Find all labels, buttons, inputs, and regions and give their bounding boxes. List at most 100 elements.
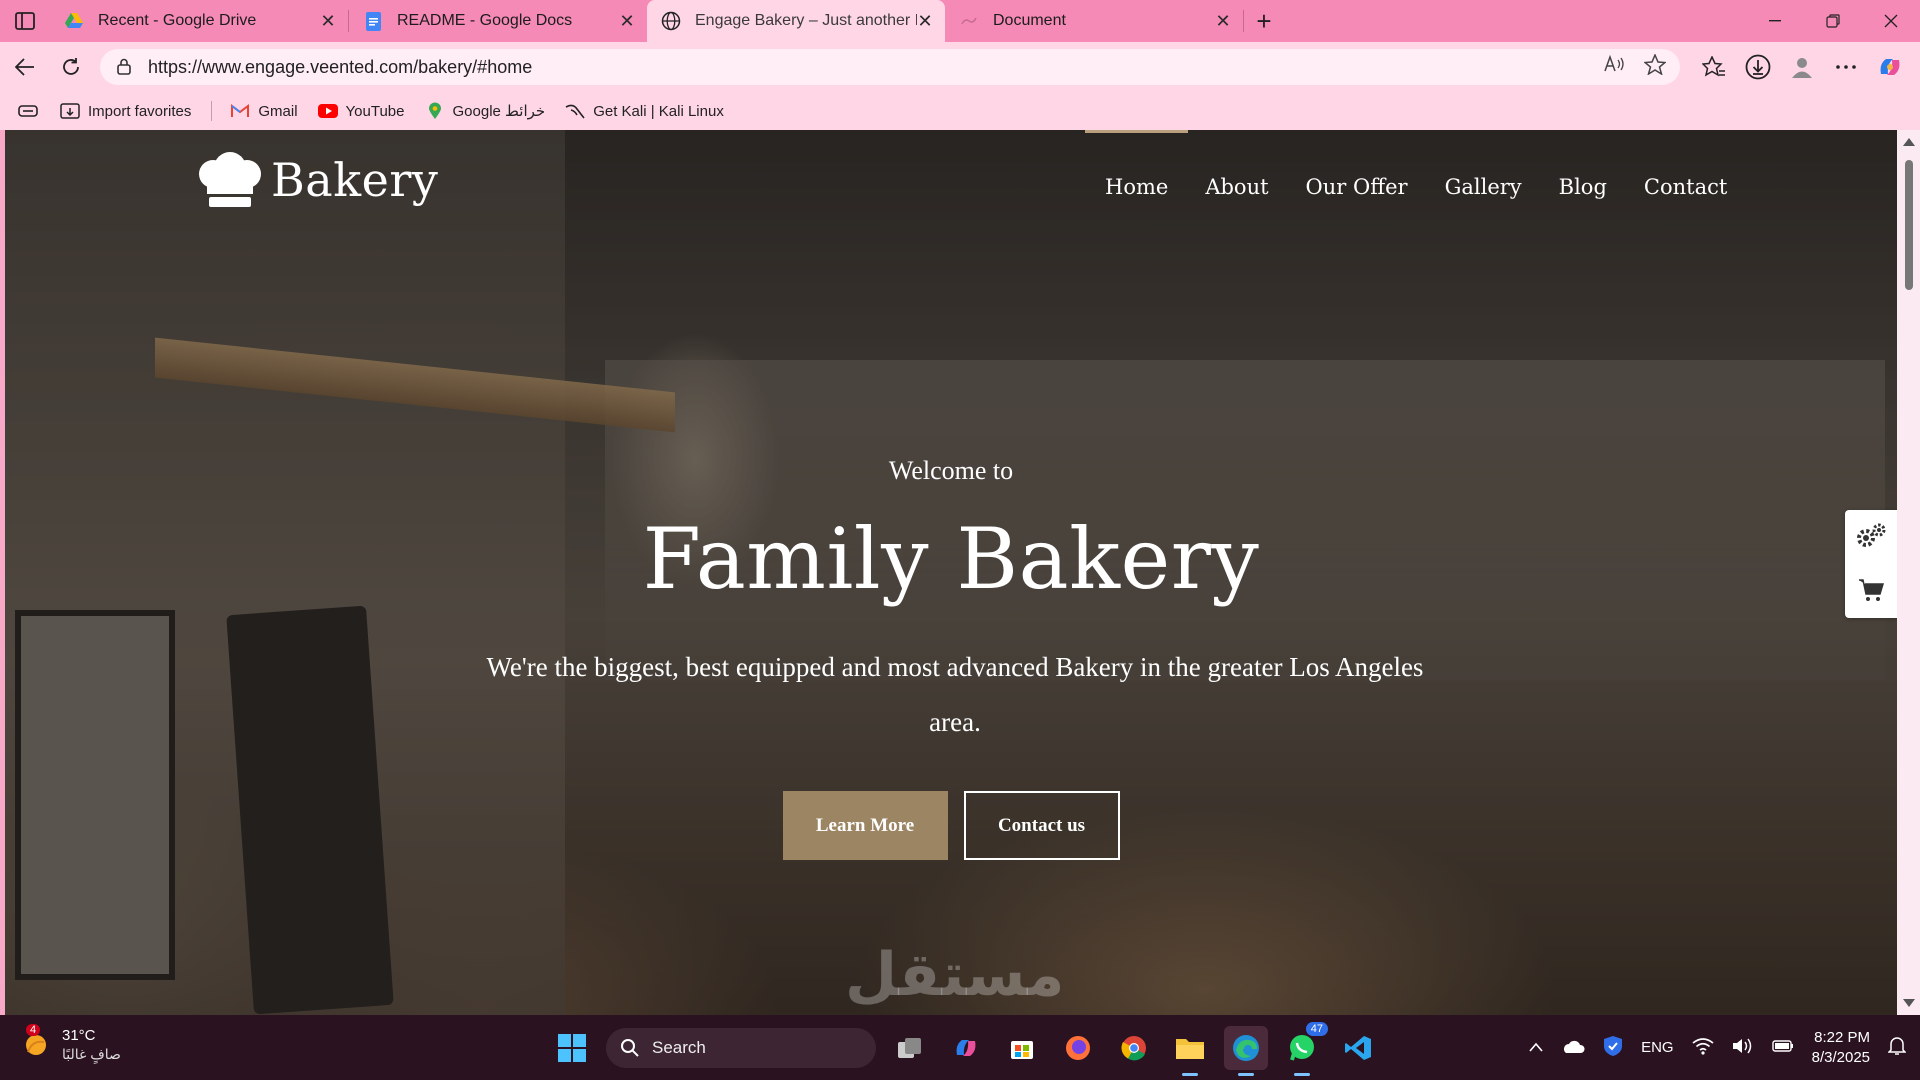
favorite-label: Gmail [258, 102, 298, 120]
tab-strip: Recent - Google Drive ✕ README - Google … [0, 0, 1920, 42]
restore-button[interactable] [1804, 0, 1862, 42]
favorite-gmail[interactable]: Gmail [230, 102, 298, 120]
firefox-button[interactable] [1056, 1026, 1100, 1070]
copilot-app-button[interactable] [944, 1026, 988, 1070]
downloads-button[interactable] [1736, 47, 1780, 87]
hero-welcome: Welcome to [888, 456, 1014, 485]
tab-actions-button[interactable] [0, 0, 50, 42]
weather-widget[interactable]: 4 31°C صافٍ غالبًا [22, 1024, 121, 1063]
settings-gears-icon[interactable] [1855, 522, 1887, 555]
close-icon[interactable]: ✕ [1215, 11, 1231, 32]
file-explorer-button[interactable] [1168, 1026, 1212, 1076]
favorite-google-maps[interactable]: Google خرائط [425, 102, 546, 120]
notification-badge: 47 [1305, 1021, 1328, 1036]
wifi-icon[interactable] [1692, 1037, 1714, 1059]
google-maps-icon [425, 102, 445, 120]
favorites-button[interactable] [1692, 47, 1736, 87]
close-icon[interactable]: ✕ [320, 11, 336, 32]
tab-google-drive[interactable]: Recent - Google Drive ✕ [50, 0, 348, 42]
gmail-icon [230, 102, 250, 120]
watermark: مستقل [845, 940, 1065, 1010]
taskbar-apps: Search 47 [550, 1015, 1380, 1080]
weather-desc: صافٍ غالبًا [62, 1046, 121, 1062]
vscode-button[interactable] [1336, 1026, 1380, 1070]
language-indicator[interactable]: ENG [1641, 1039, 1674, 1056]
kali-icon [565, 102, 585, 120]
url-text[interactable]: https://www.engage.veented.com/bakery/#h… [148, 57, 1604, 78]
volume-icon[interactable] [1732, 1037, 1754, 1059]
address-bar[interactable]: https://www.engage.veented.com/bakery/#h… [100, 49, 1680, 85]
security-icon[interactable] [1603, 1035, 1623, 1061]
favorite-label: Google خرائط [452, 103, 546, 120]
tab-title: Document [993, 12, 1066, 29]
document-icon [959, 11, 979, 31]
chevron-up-icon[interactable] [1529, 1039, 1543, 1056]
favorite-import[interactable]: Import favorites [60, 102, 191, 120]
google-docs-icon [363, 11, 383, 31]
back-arrow-icon [15, 58, 34, 76]
cart-icon[interactable] [1858, 578, 1885, 607]
firefox-icon [1066, 1035, 1090, 1060]
tab-google-docs[interactable]: README - Google Docs ✕ [349, 0, 647, 42]
scroll-up-icon[interactable] [1903, 138, 1915, 146]
more-icon [1836, 65, 1856, 69]
whatsapp-button[interactable]: 47 [1280, 1021, 1328, 1076]
tab-title: Engage Bakery – Just another Eng [695, 12, 917, 29]
taskbar: 4 31°C صافٍ غالبًا Search 47 ENG 8:22 PM… [0, 1015, 1920, 1080]
tab-document[interactable]: Document ✕ [945, 0, 1243, 42]
favorite-kali[interactable]: Get Kali | Kali Linux [565, 102, 724, 120]
tab-actions-icon [15, 12, 35, 30]
tab-engage-bakery[interactable]: Engage Bakery – Just another Eng ✕ [647, 0, 945, 42]
weather-temp: 31°C [62, 1027, 96, 1044]
add-favorite-icon[interactable] [1643, 52, 1667, 81]
store-icon [1011, 1040, 1033, 1059]
site-info-icon[interactable] [114, 57, 134, 77]
hero-description: We're the biggest, best equipped and mos… [486, 652, 1424, 737]
folder-icon [1176, 1038, 1204, 1059]
import-icon [60, 102, 80, 120]
page-viewport: Bakery Home About Our Offer Gallery Blog… [5, 130, 1897, 1015]
favorites-icon [1702, 56, 1725, 77]
copilot-button[interactable] [1868, 47, 1912, 87]
profile-button[interactable] [1780, 47, 1824, 87]
chrome-button[interactable] [1112, 1026, 1156, 1070]
avatar-icon [1792, 58, 1812, 78]
close-icon[interactable]: ✕ [917, 11, 933, 32]
reading-list-button[interactable] [18, 104, 38, 118]
side-panel [1845, 510, 1897, 618]
learn-more-button[interactable]: Learn More [782, 791, 948, 860]
taskbar-search[interactable]: Search [606, 1027, 876, 1068]
favorite-youtube[interactable]: YouTube [317, 102, 405, 120]
scrollbar-thumb[interactable] [1905, 160, 1913, 290]
battery-icon[interactable] [1771, 1039, 1794, 1057]
edge-button[interactable] [1224, 1025, 1268, 1076]
close-icon[interactable]: ✕ [619, 11, 635, 32]
youtube-icon [317, 102, 338, 120]
read-aloud-icon[interactable] [1604, 54, 1626, 79]
toolbar-right [1692, 42, 1920, 92]
refresh-button[interactable] [48, 47, 94, 87]
onedrive-icon[interactable] [1561, 1038, 1585, 1058]
address-toolbar: https://www.engage.veented.com/bakery/#h… [0, 42, 1920, 92]
copilot-icon [956, 1039, 976, 1056]
back-button[interactable] [2, 47, 48, 87]
new-tab-button[interactable]: + [1244, 0, 1284, 42]
page-scrollbar[interactable] [1897, 130, 1920, 1015]
download-icon [1745, 54, 1771, 80]
scroll-down-icon[interactable] [1903, 999, 1915, 1007]
globe-icon [661, 11, 681, 31]
tab-icon [18, 105, 38, 117]
weather-badge: 4 [26, 1024, 41, 1036]
minimize-button[interactable] [1746, 0, 1804, 42]
start-button[interactable] [550, 1026, 594, 1070]
notifications-icon[interactable] [1887, 1036, 1907, 1060]
more-button[interactable] [1824, 47, 1868, 87]
clock[interactable]: 8:22 PM 8/3/2025 [1812, 1028, 1870, 1068]
close-window-button[interactable] [1862, 0, 1920, 42]
copilot-icon [1880, 59, 1900, 75]
store-button[interactable] [1000, 1026, 1044, 1070]
hero-buttons: Learn More Contact us [5, 791, 1897, 860]
search-placeholder: Search [652, 1037, 706, 1057]
contact-us-button[interactable]: Contact us [963, 791, 1120, 860]
task-view-button[interactable] [888, 1026, 932, 1070]
